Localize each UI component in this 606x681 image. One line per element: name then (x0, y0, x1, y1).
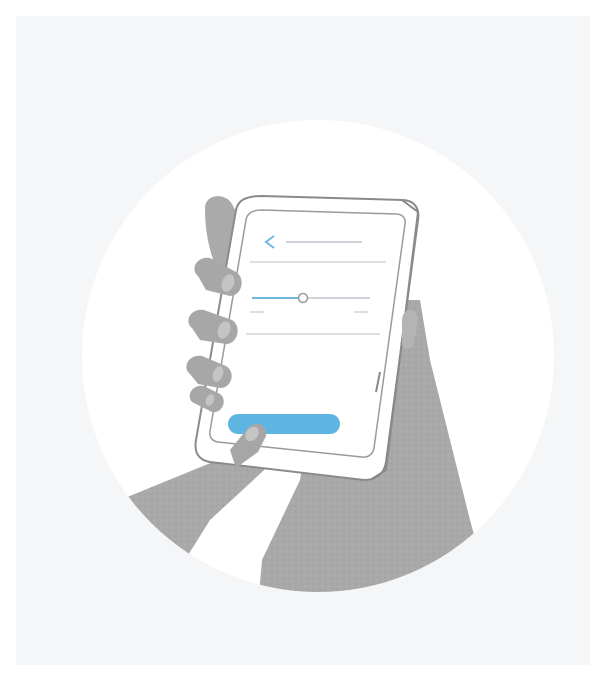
page (0, 0, 606, 681)
primary-button[interactable] (228, 414, 340, 434)
slider-thumb[interactable] (297, 292, 309, 304)
phone-illustration (82, 120, 554, 592)
